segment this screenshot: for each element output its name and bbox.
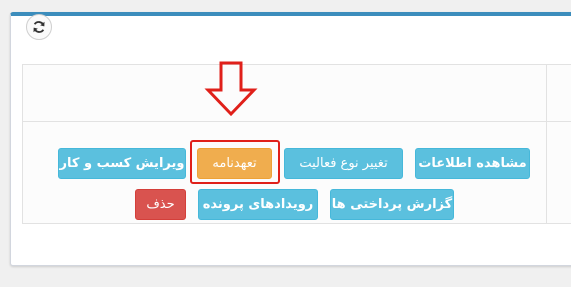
refresh-icon [32, 20, 46, 34]
column-divider [546, 65, 547, 223]
change-activity-type-button[interactable]: تغییر نوع فعالیت [284, 148, 403, 179]
arrow-down-icon [204, 61, 258, 117]
edit-business-button[interactable]: ویرایش کسب و کار [58, 148, 186, 179]
payment-report-button[interactable]: گزارش پرداختی ها [330, 189, 454, 220]
commitment-highlight-box [190, 140, 280, 184]
view-info-button[interactable]: مشاهده اطلاعات [415, 148, 530, 179]
case-events-button[interactable]: رویدادهای پرونده [198, 189, 318, 220]
refresh-button[interactable] [26, 14, 52, 40]
delete-button[interactable]: حذف [135, 189, 186, 220]
row-divider [23, 121, 571, 122]
